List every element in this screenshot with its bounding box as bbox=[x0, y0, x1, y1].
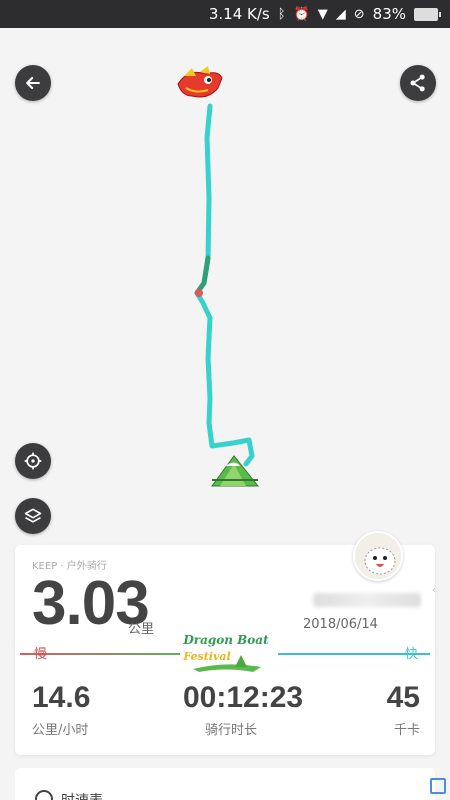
duration-value: 00:12:23 bbox=[183, 681, 304, 714]
route-map[interactable] bbox=[0, 28, 450, 538]
floating-feedback-icon[interactable] bbox=[430, 778, 446, 794]
share-button[interactable] bbox=[400, 65, 436, 101]
slow-label: 慢 bbox=[34, 647, 48, 662]
no-sim-icon: ⊘ bbox=[353, 6, 365, 22]
arrow-left-icon bbox=[26, 76, 40, 90]
calories-label: 千卡 bbox=[393, 723, 420, 738]
festival-subtitle: Festival bbox=[183, 650, 231, 663]
fast-label: 快 bbox=[404, 647, 418, 662]
average-speed-label: 公里/小时 bbox=[32, 723, 89, 738]
wifi-icon: ▼ bbox=[317, 6, 328, 22]
side-drawer-handle[interactable]: ‹ bbox=[432, 585, 436, 596]
ride-date: 2018/06/14 bbox=[303, 617, 378, 632]
stat-average-speed: 14.6 公里/小时 bbox=[32, 681, 91, 739]
back-button[interactable] bbox=[15, 65, 51, 101]
dragon-boat-festival-logo: Dragon Boat Festival bbox=[183, 633, 269, 672]
battery-percent: 83% bbox=[372, 5, 406, 23]
pace-chart-card[interactable]: 时速表 bbox=[15, 768, 435, 800]
layers-icon bbox=[24, 508, 42, 523]
ride-summary-card: KEEP · 户外骑行 3.03 公里 2018/06/14 慢 快 Drago… bbox=[15, 531, 435, 755]
distance-unit: 公里 bbox=[128, 622, 155, 637]
signal-icon: ◢ bbox=[335, 6, 346, 22]
calories-value: 45 bbox=[386, 681, 420, 714]
average-speed-value: 14.6 bbox=[32, 681, 91, 714]
status-bar: 3.14 K/s ᛒ ⏰ ▼ ◢ ⊘ 83% bbox=[0, 0, 450, 28]
crosshair-icon bbox=[24, 452, 42, 470]
network-speed: 3.14 K/s bbox=[208, 5, 270, 23]
bluetooth-icon: ᛒ bbox=[277, 6, 286, 22]
stat-duration: 00:12:23 骑行时长 bbox=[183, 681, 304, 739]
duration-label: 骑行时长 bbox=[204, 723, 257, 738]
speedometer-icon bbox=[35, 790, 53, 800]
route-path-layer bbox=[177, 66, 260, 487]
pace-chart-title: 时速表 bbox=[61, 790, 103, 800]
alarm-icon: ⏰ bbox=[293, 6, 310, 22]
dragon-start-marker bbox=[177, 66, 223, 98]
stat-calories: 45 千卡 bbox=[386, 681, 420, 739]
share-icon bbox=[410, 74, 425, 92]
route-slow-point bbox=[195, 289, 203, 297]
blurred-username bbox=[313, 593, 421, 607]
layers-button[interactable] bbox=[15, 498, 51, 534]
festival-title: Dragon Boat bbox=[183, 633, 269, 647]
locate-button[interactable] bbox=[15, 443, 51, 479]
battery-icon bbox=[414, 7, 441, 21]
avatar[interactable] bbox=[353, 531, 403, 581]
route-segment-medium bbox=[194, 255, 211, 296]
hedgehog-avatar-icon bbox=[355, 533, 401, 579]
